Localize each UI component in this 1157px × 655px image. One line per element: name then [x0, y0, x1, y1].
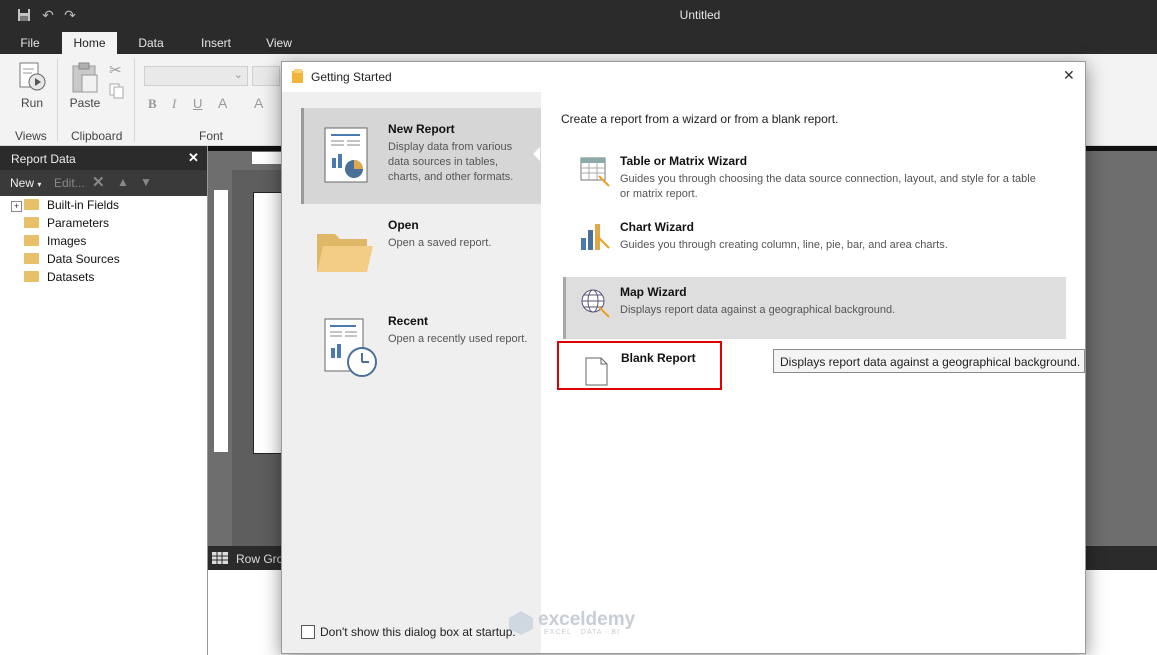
open-title: Open [388, 218, 419, 232]
map-wizard-option[interactable]: Map Wizard Displays report data against … [563, 277, 1066, 339]
paste-icon [72, 62, 98, 93]
new-label: New [10, 176, 35, 190]
underline-icon[interactable]: U [193, 96, 202, 111]
recent-title: Recent [388, 314, 429, 328]
blank-page-icon [585, 357, 608, 386]
new-report-desc: Display data from various data sources i… [388, 141, 514, 183]
table-wizard-desc: Guides you through choosing the data sou… [620, 173, 1036, 200]
report-data-header: Report Data ✕ [0, 146, 207, 170]
exceldemy-logo-icon [509, 611, 533, 635]
font-group-label: Font [199, 129, 224, 143]
report-data-title: Report Data [11, 152, 76, 166]
watermark-tagline: EXCEL · DATA · BI [544, 629, 620, 636]
tree-item-label: Built-in Fields [47, 198, 120, 212]
title-bar: ↶ ↷ Untitled [0, 0, 1157, 32]
close-icon[interactable]: ✕ [1063, 67, 1075, 84]
run-icon [19, 62, 46, 91]
window-title: Untitled [679, 8, 721, 22]
move-down-icon[interactable]: ▼ [140, 175, 152, 189]
chart-wizard-option[interactable]: Chart Wizard Guides you through creating… [563, 212, 1063, 262]
blank-report-title: Blank Report [621, 351, 696, 365]
folder-icon [24, 253, 39, 265]
tree-item-label: Datasets [47, 270, 95, 284]
table-wizard-title: Table or Matrix Wizard [620, 154, 748, 168]
selection-pointer [533, 147, 540, 161]
tree-item-label: Parameters [47, 216, 110, 230]
views-group-label: Views [15, 129, 47, 143]
tree-item-datasets[interactable]: Datasets [24, 268, 94, 286]
chart-wizard-icon [581, 224, 610, 250]
paste-label: Paste [69, 96, 101, 110]
run-button[interactable]: Run [14, 60, 50, 118]
font-family-select[interactable]: ⌄ [144, 66, 248, 86]
font-color-icon[interactable]: A [218, 95, 227, 111]
dont-show-checkbox[interactable] [301, 625, 315, 639]
tree-item-label: Images [47, 234, 87, 248]
open-desc: Open a saved report. [388, 237, 492, 249]
edit-button[interactable]: Edit... [54, 176, 85, 190]
table-wizard-icon [580, 157, 610, 187]
watermark-brand: exceldemy [538, 609, 636, 630]
map-wizard-title: Map Wizard [620, 285, 687, 299]
chart-wizard-desc: Guides you through creating column, line… [620, 239, 948, 251]
tab-insert[interactable]: Insert [190, 32, 242, 54]
new-dropdown-button[interactable]: New ▾ [10, 176, 41, 190]
tab-home[interactable]: Home [62, 32, 117, 54]
table-matrix-wizard-option[interactable]: Table or Matrix Wizard Guides you throug… [563, 144, 1063, 206]
run-label: Run [20, 96, 43, 110]
tree-item-data-sources[interactable]: Data Sources [24, 250, 120, 268]
dialog-title-bar: Getting Started ✕ [282, 62, 1085, 90]
ribbon-tab-bar: File Home Data Insert View [0, 32, 1157, 54]
report-data-toolbar: New ▾ Edit... ✕ ▲ ▼ [0, 170, 207, 196]
chevron-down-icon: ⌄ [233, 69, 243, 81]
move-up-icon[interactable]: ▲ [117, 175, 129, 189]
folder-icon [24, 271, 39, 283]
dialog-title: Getting Started [311, 70, 392, 84]
tree-item-label: Data Sources [47, 252, 120, 266]
report-builder-icon [292, 69, 303, 83]
folder-icon [317, 234, 373, 272]
row-groups-label: Row Gro [236, 552, 284, 566]
chart-wizard-title: Chart Wizard [620, 220, 694, 234]
recent-desc: Open a recently used report. [388, 333, 528, 345]
chevron-down-icon: ▾ [37, 180, 42, 189]
tree-item-built-in-fields[interactable]: Built-in Fields [24, 196, 119, 214]
new-report-card[interactable]: New Report Display data from various dat… [301, 108, 541, 204]
cut-icon[interactable]: ✂ [109, 61, 122, 79]
tree-item-parameters[interactable]: Parameters [24, 214, 109, 232]
grow-font-icon[interactable]: A [254, 95, 263, 111]
blank-report-option[interactable]: Blank Report [557, 341, 722, 390]
italic-icon[interactable]: I [172, 96, 176, 112]
ribbon-separator [57, 58, 58, 142]
tab-file[interactable]: File [10, 32, 50, 54]
tab-data[interactable]: Data [128, 32, 174, 54]
new-report-icon [324, 127, 368, 183]
tooltip: Displays report data against a geographi… [773, 349, 1085, 373]
recent-card[interactable]: Recent Open a recently used report. [301, 302, 538, 392]
recent-report-icon [324, 318, 377, 377]
dialog-left-panel: New Report Display data from various dat… [282, 92, 541, 653]
dont-show-label: Don't show this dialog box at startup. [320, 625, 516, 639]
font-size-select[interactable] [252, 66, 280, 86]
folder-icon [24, 217, 39, 229]
bold-icon[interactable]: B [148, 96, 157, 112]
close-icon[interactable]: ✕ [188, 150, 199, 166]
folder-icon [24, 235, 39, 247]
open-card[interactable]: Open Open a saved report. [301, 206, 538, 296]
dialog-intro: Create a report from a wizard or from a … [561, 112, 839, 126]
tab-view[interactable]: View [256, 32, 302, 54]
vertical-ruler [214, 190, 228, 452]
folder-icon [24, 199, 39, 211]
expand-icon[interactable]: + [11, 201, 22, 212]
tree-item-images[interactable]: Images [24, 232, 86, 250]
paste-button[interactable]: Paste [66, 60, 104, 118]
clipboard-group-label: Clipboard [71, 129, 123, 143]
copy-icon[interactable] [109, 83, 125, 99]
grid-icon [212, 552, 228, 564]
new-report-title: New Report [388, 122, 455, 136]
ribbon-separator [134, 58, 135, 142]
map-wizard-icon [581, 289, 610, 318]
delete-icon[interactable]: ✕ [92, 173, 105, 191]
map-wizard-desc: Displays report data against a geographi… [620, 304, 896, 316]
